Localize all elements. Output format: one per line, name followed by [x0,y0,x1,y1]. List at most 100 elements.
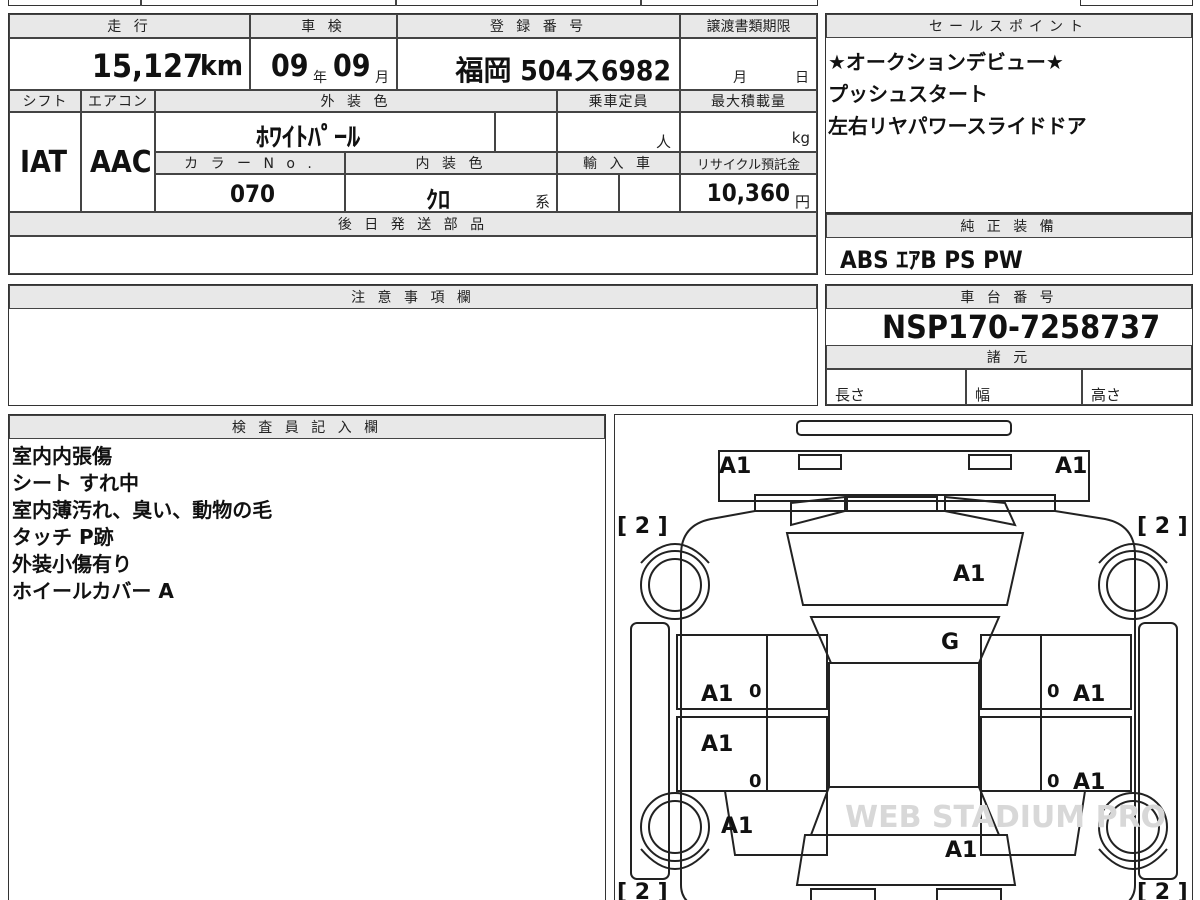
import-cell-right [619,174,680,212]
mark-hood: A1 [953,562,985,587]
inspection-year: 09 [271,49,309,84]
door-zero-mark: 0 [1047,681,1060,702]
mark-left-rear: A1 [721,814,753,839]
tire-front-right: [ 2 ] [1137,514,1188,539]
notes-header: 注 意 事 項 欄 [9,285,817,309]
spec-length-label: 長さ [835,386,866,404]
exterior-color-value: ﾎﾜｲﾄﾊﾟｰﾙ [256,123,361,153]
sales-point-line: ★オークションデビュー★ [828,50,1064,74]
inspection-year-unit: 年 [313,70,327,86]
top-strip [8,0,818,6]
later-parts-cell [9,236,817,274]
top-strip-right [1080,0,1193,6]
chassis-number-header: 車 台 番 号 [826,285,1192,309]
transfer-month-unit: 月 [733,70,747,86]
tire-rear-left: [ 2 ] [617,880,668,900]
ac-cell: AAC [81,112,155,212]
transfer-deadline-header: 譲渡書類期限 [680,14,817,38]
capacity-cell: 人 [557,112,680,152]
color-no-cell: 070 [155,174,345,212]
transfer-day-unit: 日 [795,70,809,86]
registration-header: 登 録 番 号 [397,14,680,38]
mileage-cell: 15,127 km [9,38,250,90]
mark-right-front-door: A1 [1073,682,1105,707]
inspector-block: 検 査 員 記 入 欄 室内内張傷 シート すれ中 室内薄汚れ、臭い、動物の毛 … [8,414,606,900]
later-parts-header: 後 日 発 送 部 品 [9,212,817,236]
chassis-block: 車 台 番 号 NSP170-7258737 諸 元 長さ 幅 高さ [825,284,1193,406]
door-zero-mark: 0 [1047,771,1060,792]
spec-height-label: 高さ [1091,386,1122,404]
inspector-note-line: ホイールカバー A [12,579,174,603]
sales-point-line: プッシュスタート [828,82,988,106]
sales-points-block: セールスポイント ★オークションデビュー★ プッシュスタート 左右リヤパワースラ… [825,13,1193,213]
mileage-unit: km [200,49,243,82]
car-diagram: A1 A1 A1 G A1 A1 A1 A1 A1 A1 0 0 0 0 [ 2… [617,420,1188,900]
top-strip-divider-3 [640,0,642,6]
import-cell-left [557,174,619,212]
mileage-value: 15,127 [91,47,203,85]
recycle-deposit-unit: 円 [794,193,810,211]
capacity-unit: 人 [655,133,671,151]
tire-front-left: [ 2 ] [617,514,668,539]
spec-width-cell: 幅 [966,369,1082,405]
mileage-header: 走 行 [9,14,250,38]
shift-value: IAT [20,145,68,180]
ac-value: AAC [90,145,152,180]
registration-cell: 福岡 504ス6982 [397,38,680,90]
mark-front-left: A1 [719,454,751,479]
inspector-note-line: 室内薄汚れ、臭い、動物の毛 [12,498,273,522]
exterior-color-header: 外 装 色 [155,90,557,112]
notes-block: 注 意 事 項 欄 [8,284,818,406]
door-zero-mark: 0 [749,771,762,792]
inspector-notes-list: 室内内張傷 シート すれ中 室内薄汚れ、臭い、動物の毛 タッチ P跡 外装小傷有… [12,443,272,605]
shift-cell: IAT [9,112,81,212]
max-load-cell: kg [680,112,817,152]
inspection-month-unit: 月 [375,70,389,86]
import-header: 輸 入 車 [557,152,680,174]
inspection-header: 車 検 [250,14,397,38]
inspection-cell: 09 年 09 月 [250,38,397,90]
inspector-note-line: タッチ P跡 [12,525,114,549]
inspector-header: 検 査 員 記 入 欄 [9,415,605,439]
sales-point-line: 左右リヤパワースライドドア [828,114,1087,138]
interior-color-value: ｸﾛ [426,186,450,214]
capacity-header: 乗車定員 [557,90,680,112]
color-no-header: カ ラ ー N o . [155,152,345,174]
sales-points-header: セールスポイント [826,14,1192,38]
genuine-equipment-header: 純 正 装 備 [826,214,1192,238]
mark-left-front-door: A1 [701,682,733,707]
spec-length-cell: 長さ [826,369,966,405]
max-load-unit: kg [791,129,810,147]
chassis-number-value: NSP170-7258737 [882,308,1161,346]
sales-points-list: ★オークションデビュー★ プッシュスタート 左右リヤパワースライドドア [828,46,1087,142]
mark-front-right: A1 [1055,454,1087,479]
vehicle-info-block: 走 行 車 検 登 録 番 号 譲渡書類期限 15,127 km 09 年 09… [8,13,818,275]
specifications-header: 諸 元 [826,345,1192,369]
genuine-equipment-block: 純 正 装 備 ABS ｴｱB PS PW [825,213,1193,275]
spec-width-label: 幅 [975,386,991,404]
recycle-deposit-cell: 10,360 円 [680,174,817,212]
top-strip-divider-2 [395,0,397,6]
inspection-month: 09 [333,49,371,84]
top-strip-divider-1 [140,0,142,6]
car-diagram-block: A1 A1 A1 G A1 A1 A1 A1 A1 A1 0 0 0 0 [ 2… [614,414,1193,900]
exterior-color-extra-cell [495,112,557,152]
inspector-note-line: シート すれ中 [12,471,139,495]
interior-color-cell: ｸﾛ 系 [345,174,557,214]
mark-rear: A1 [945,838,977,863]
transfer-deadline-cell: 月 日 [680,38,817,90]
recycle-deposit-header: リサイクル預託金 [680,152,817,174]
registration-value: 福岡 504ス6982 [455,54,671,87]
interior-color-header: 内 装 色 [345,152,557,174]
interior-color-suffix: 系 [534,193,550,211]
exterior-color-cell: ﾎﾜｲﾄﾊﾟｰﾙ [155,112,495,153]
mark-right-rear-door: A1 [1073,770,1105,795]
spec-height-cell: 高さ [1082,369,1192,405]
tire-rear-right: [ 2 ] [1137,880,1188,900]
inspector-note-line: 室内内張傷 [12,444,112,468]
max-load-header: 最大積載量 [680,90,817,112]
genuine-equipment-value: ABS ｴｱB PS PW [840,246,1023,274]
ac-header: エアコン [81,90,155,112]
door-zero-mark: 0 [749,681,762,702]
color-no-value: 070 [230,180,276,208]
